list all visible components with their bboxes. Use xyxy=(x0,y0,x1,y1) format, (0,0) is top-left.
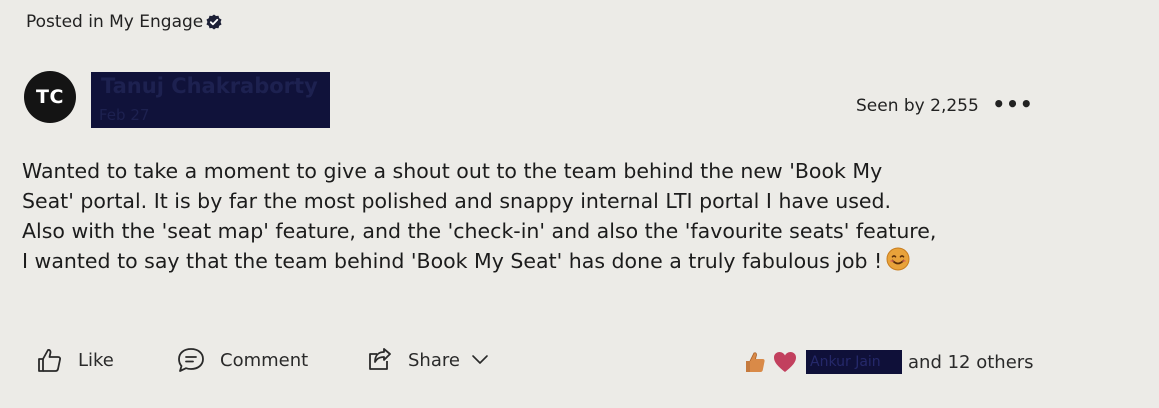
other-reactors-count[interactable]: and 12 others xyxy=(908,352,1034,373)
more-options-button[interactable]: ••• xyxy=(992,92,1032,116)
post-body: Wanted to take a moment to give a shout … xyxy=(22,156,1092,279)
reactions-summary[interactable]: Ankur Jain and 12 others xyxy=(742,346,1034,378)
post-body-line-text: I wanted to say that the team behind 'Bo… xyxy=(22,249,883,273)
post-body-line-last: I wanted to say that the team behind 'Bo… xyxy=(22,246,1092,279)
thumbs-up-icon xyxy=(38,349,61,372)
verified-badge-icon xyxy=(206,14,222,30)
first-reactor-name[interactable]: Ankur Jain xyxy=(806,350,902,374)
posted-in-text: Posted in My Engage xyxy=(26,12,204,32)
avatar[interactable]: TC xyxy=(24,71,76,123)
comment-bubble-icon xyxy=(178,348,204,372)
post-body-line: Also with the 'seat map' feature, and th… xyxy=(22,219,937,243)
chevron-down-icon[interactable] xyxy=(470,353,490,367)
comment-button[interactable]: Comment xyxy=(176,340,308,380)
posted-in-label[interactable]: Posted in My Engage xyxy=(26,12,222,32)
comment-label: Comment xyxy=(220,349,309,371)
post-body-line: Wanted to take a moment to give a shout … xyxy=(22,159,883,183)
like-label: Like xyxy=(78,349,114,371)
post-body-line: Seat' portal. It is by far the most poli… xyxy=(22,189,892,213)
smiling-emoji-icon xyxy=(886,247,910,279)
author-redacted-block[interactable]: Tanuj Chakraborty Feb 27 xyxy=(91,72,330,128)
thumbs-up-reaction-icon xyxy=(746,352,765,372)
avatar-initials: TC xyxy=(36,86,64,108)
like-button[interactable]: Like xyxy=(36,340,114,380)
share-label: Share xyxy=(408,349,460,371)
seen-by-count[interactable]: Seen by 2,255 xyxy=(856,96,979,116)
share-button[interactable]: Share xyxy=(366,340,490,380)
heart-reaction-icon xyxy=(774,352,796,372)
post-date: Feb 27 xyxy=(99,106,150,124)
author-name[interactable]: Tanuj Chakraborty xyxy=(101,74,318,98)
share-icon xyxy=(369,348,391,370)
